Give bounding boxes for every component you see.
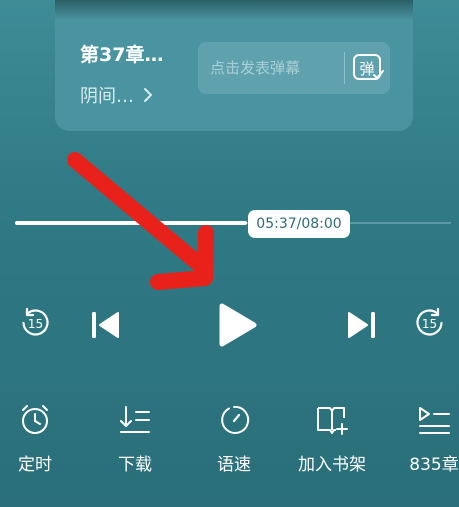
chapter-list-label: 835章 (409, 455, 459, 475)
download-label: 下载 (118, 455, 152, 475)
chevron-right-icon (144, 88, 152, 102)
danmu-divider (344, 52, 345, 84)
timer-label: 定时 (18, 455, 52, 475)
progress-fill (15, 221, 247, 225)
danmu-input[interactable] (210, 56, 340, 80)
danmu-button-label: 弹 (359, 60, 374, 78)
danmu-composer: 弹 (198, 42, 390, 94)
add-bookshelf-button[interactable]: 加入书架 (297, 402, 367, 475)
danmu-toggle-button[interactable]: 弹 (350, 50, 386, 86)
forward-15-button[interactable]: 15 (413, 306, 447, 340)
speed-dial-icon (221, 405, 250, 434)
next-chapter-button[interactable] (345, 310, 377, 340)
speed-button[interactable]: 语速 (199, 402, 269, 475)
forward-seconds-label: 15 (422, 317, 437, 331)
chapter-title[interactable]: 第37章… (80, 40, 163, 67)
chapter-list-icon (419, 407, 450, 434)
play-icon (219, 303, 257, 347)
add-bookshelf-icon (317, 407, 348, 435)
download-button[interactable]: 下载 (100, 402, 170, 475)
add-bookshelf-label: 加入书架 (298, 455, 366, 475)
alarm-clock-icon (22, 405, 48, 434)
forward-15-icon: 15 (416, 307, 443, 336)
rewind-seconds-label: 15 (28, 317, 43, 331)
skip-previous-icon (92, 312, 119, 338)
skip-next-icon (348, 312, 375, 338)
timer-button[interactable]: 定时 (0, 402, 70, 475)
download-list-icon (120, 406, 150, 433)
chapter-list-button[interactable]: 835章 (399, 402, 459, 475)
previous-chapter-button[interactable] (90, 310, 122, 340)
rewind-15-icon: 15 (22, 307, 49, 336)
book-subtitle: 阴间… (80, 86, 134, 107)
cover-art-strip (55, 0, 413, 20)
book-title-link[interactable]: 阴间… (80, 82, 156, 108)
play-button[interactable] (216, 302, 258, 348)
rewind-15-button[interactable]: 15 (18, 306, 52, 340)
speed-label: 语速 (217, 455, 251, 475)
now-playing-card: 第37章… 阴间… 弹 (55, 0, 413, 131)
progress-time-label[interactable]: 05:37/08:00 (248, 210, 350, 238)
